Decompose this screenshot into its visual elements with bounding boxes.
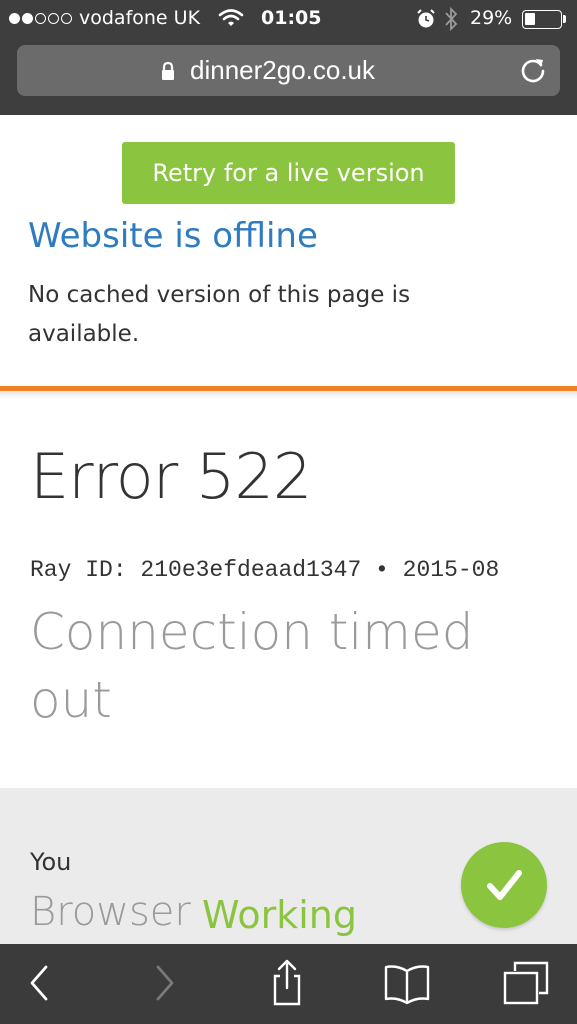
address-url[interactable]: dinner2go.co.uk: [190, 55, 375, 86]
bluetooth-icon: [443, 5, 459, 38]
signal-dot: [9, 13, 20, 24]
tabs-button[interactable]: [500, 957, 552, 1013]
share-button[interactable]: [262, 957, 312, 1013]
back-button[interactable]: [16, 957, 62, 1013]
wifi-icon: [218, 7, 244, 34]
divider-shadow: [0, 391, 577, 399]
signal-strength-icon: [9, 13, 72, 24]
carrier-name: vodafone UK: [79, 7, 201, 29]
signal-dot: [35, 13, 46, 24]
status-time: 01:05: [261, 7, 322, 29]
lock-icon: [160, 61, 176, 85]
book-icon: [382, 961, 432, 1009]
diagnostic-label: You: [30, 848, 72, 876]
chevron-right-icon: [153, 963, 177, 1007]
forward-button[interactable]: [142, 957, 188, 1013]
checkmark-icon: [461, 842, 547, 928]
diagnostic-status: Working: [202, 893, 357, 937]
signal-dot: [61, 13, 72, 24]
chevron-left-icon: [27, 963, 51, 1007]
error-title: Connection timed out: [30, 603, 474, 729]
share-icon: [267, 958, 307, 1012]
offline-message: No cached version of this page is availa…: [28, 282, 411, 347]
ray-id: Ray ID: 210e3efdeaad1347 • 2015-08: [30, 557, 500, 583]
reload-icon[interactable]: [519, 56, 547, 88]
retry-live-button[interactable]: Retry for a live version: [122, 142, 455, 204]
battery-tip: [563, 15, 566, 23]
tabs-icon: [501, 959, 551, 1011]
bookmarks-button[interactable]: [380, 957, 434, 1013]
status-bar: vodafone UK 01:05 29%: [0, 0, 577, 38]
alarm-icon: [415, 8, 437, 35]
signal-dot: [22, 13, 33, 24]
battery-icon: [522, 10, 562, 29]
error-code: Error 522: [30, 440, 312, 513]
offline-heading: Website is offline: [28, 216, 318, 256]
signal-dot: [48, 13, 59, 24]
battery-percent: 29%: [470, 7, 513, 29]
diagnostic-name: Browser: [30, 889, 191, 935]
